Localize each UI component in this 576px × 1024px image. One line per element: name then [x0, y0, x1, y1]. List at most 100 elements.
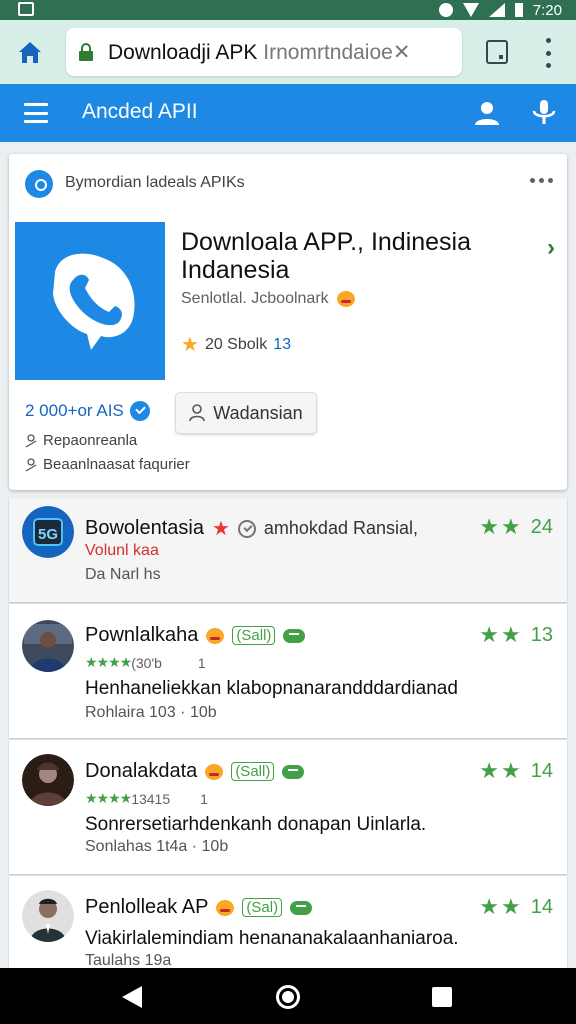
badge-icon — [283, 628, 306, 643]
star-icon: ★ — [501, 514, 521, 539]
star-icon: ★ — [181, 334, 199, 356]
emoji-icon — [336, 291, 355, 307]
url-text[interactable]: Downloadji APK Irnomrtndaioe✕ — [108, 40, 410, 65]
app-avatar-5g: 5G — [22, 506, 74, 558]
stars-extra: 1 — [197, 654, 206, 671]
lock-icon — [79, 43, 93, 61]
download-count: 2 000+or AIS — [25, 401, 150, 421]
list-item-stars: ★★★★ 13415 1 — [85, 790, 208, 807]
list-item[interactable]: Penlolleak AP (Sal) ★ ★ 14 Viakirlalemind… — [9, 876, 567, 969]
download-button[interactable]: Wadansian — [175, 392, 317, 434]
list-item-rating: ★ ★ 14 — [479, 758, 553, 784]
star-icon: ★ — [479, 894, 500, 919]
hamburger-menu-icon[interactable] — [24, 103, 48, 123]
emoji-icon — [216, 899, 235, 916]
stars-text: (30'b — [131, 654, 162, 671]
rating-value: 13 — [273, 335, 291, 353]
user-icon[interactable] — [474, 100, 500, 126]
list-item-tag: (Sall) — [231, 762, 275, 781]
list-item-meta: Da Narl hs — [85, 566, 161, 583]
list-item-description: Henhaneliekkan klabopnanarandddardianad — [85, 678, 458, 699]
system-nav-bar — [0, 968, 576, 1024]
signal-icon — [488, 3, 505, 17]
home-nav-icon[interactable] — [276, 985, 300, 1009]
chevron-right-icon[interactable]: › — [547, 234, 555, 262]
list-item-rating: ★ ★ 24 — [479, 514, 553, 540]
list-item-name: Donalakdata — [85, 760, 198, 782]
rating-value: 24 — [530, 515, 553, 538]
mic-icon[interactable] — [530, 98, 558, 126]
person-icon — [189, 404, 206, 422]
list-item-rating: ★ ★ 13 — [479, 622, 553, 648]
svg-text:5G: 5G — [38, 526, 58, 543]
status-bar: 7:20 — [0, 0, 576, 20]
badge-icon — [290, 900, 313, 915]
app-logo-icon — [15, 222, 165, 380]
list-item[interactable]: 5G Bowolentasia ★ amhokdad Ransial, ★ ★ 2… — [9, 498, 567, 602]
star-icon: ★ — [479, 758, 500, 783]
meta-text-2: Beaanlnaasat faqurier — [43, 456, 190, 473]
star-icon: ★ — [211, 518, 230, 540]
star-icon: ★ — [501, 758, 521, 783]
rating-value: 13 — [530, 623, 553, 646]
star-rating-icons: ★★★★ — [85, 654, 132, 670]
card-header: Bymordian ladeals APIKs — [65, 174, 245, 191]
star-icon: ★ — [479, 622, 500, 647]
rating-text: 20 Sbolk — [204, 335, 268, 353]
badge-icon — [282, 764, 305, 779]
list-item-name: Penlolleak AP — [85, 896, 209, 918]
browser-toolbar: Downloadji APK Irnomrtndaioe✕ — [0, 20, 576, 84]
person-outline-icon — [25, 457, 37, 472]
emoji-icon — [206, 627, 225, 644]
more-options-icon[interactable] — [530, 178, 553, 183]
url-hint: Irnomrtndaioe — [263, 40, 393, 64]
rating-value: 14 — [530, 759, 553, 782]
list-item-title: Bowolentasia ★ amhokdad Ransial, — [85, 516, 418, 541]
list-item-tag: (Sal) — [242, 898, 283, 917]
status-icons: 7:20 — [438, 0, 562, 20]
recents-icon[interactable] — [432, 987, 452, 1007]
list-item[interactable]: Pownlalkaha (Sall) ★ ★ 13 ★★★★ (30'b 1 He… — [9, 604, 567, 738]
battery-icon — [514, 3, 523, 17]
star-rating-icons: ★★★★ — [85, 790, 132, 806]
avatar — [22, 890, 74, 942]
list-item-description: Sonrersetiarhdenkanh donapan Uinlarla. — [85, 814, 427, 835]
list-item-tag: (Sall) — [232, 626, 276, 645]
download-button-label: Wadansian — [213, 402, 303, 423]
home-icon[interactable] — [16, 38, 44, 66]
rating-value: 14 — [530, 895, 553, 918]
list-item-name: Pownlalkaha — [85, 624, 199, 646]
featured-app-card[interactable]: Bymordian ladeals APIKs Downloala APP., … — [9, 154, 567, 490]
tab-switcher-button[interactable] — [486, 40, 508, 64]
list-item-meta: Sonlahas 1t4a · 10b — [85, 838, 229, 855]
star-icon: ★ — [479, 514, 500, 539]
clear-url-icon[interactable]: ✕ — [393, 41, 411, 64]
emoji-icon — [205, 763, 224, 780]
meta-text-1: Repaonreanla — [43, 432, 138, 449]
star-icon: ★ — [501, 622, 521, 647]
app-name[interactable]: Downloala APP., Indinesia Indanesia — [181, 228, 521, 284]
avatar — [22, 754, 74, 806]
verified-icon — [129, 401, 150, 421]
app-subtitle: Senlotlal. Jcboolnark — [181, 290, 355, 308]
star-icon: ★ — [501, 894, 521, 919]
meta-line-2: Beaanlnaasat faqurier — [25, 456, 190, 473]
list-item-description: Viakirlalemindiam henananakalaanhaniaroa… — [85, 928, 459, 949]
status-time: 7:20 — [532, 1, 562, 19]
back-icon[interactable] — [122, 986, 142, 1008]
alarm-icon — [438, 3, 453, 17]
list-item-rating: ★ ★ 14 — [479, 894, 553, 920]
stars-text: 13415 — [131, 790, 171, 807]
browser-menu-icon[interactable] — [538, 38, 558, 68]
list-item-title: Pownlalkaha (Sall) — [85, 624, 306, 647]
list-item-extra: amhokdad Ransial, — [263, 518, 418, 538]
notification-icon — [18, 2, 34, 16]
address-bar[interactable]: Downloadji APK Irnomrtndaioe✕ — [66, 28, 462, 76]
list-item-stars: ★★★★ (30'b 1 — [85, 654, 206, 671]
list-item-title: Donalakdata (Sall) — [85, 760, 305, 783]
list-item-title: Penlolleak AP (Sal) — [85, 896, 313, 919]
list-item[interactable]: Donalakdata (Sall) ★ ★ 14 ★★★★ 13415 1 So… — [9, 740, 567, 874]
app-header: Ancded APII — [0, 84, 576, 142]
app-title: Ancded APII — [82, 100, 198, 123]
avatar — [22, 620, 74, 672]
